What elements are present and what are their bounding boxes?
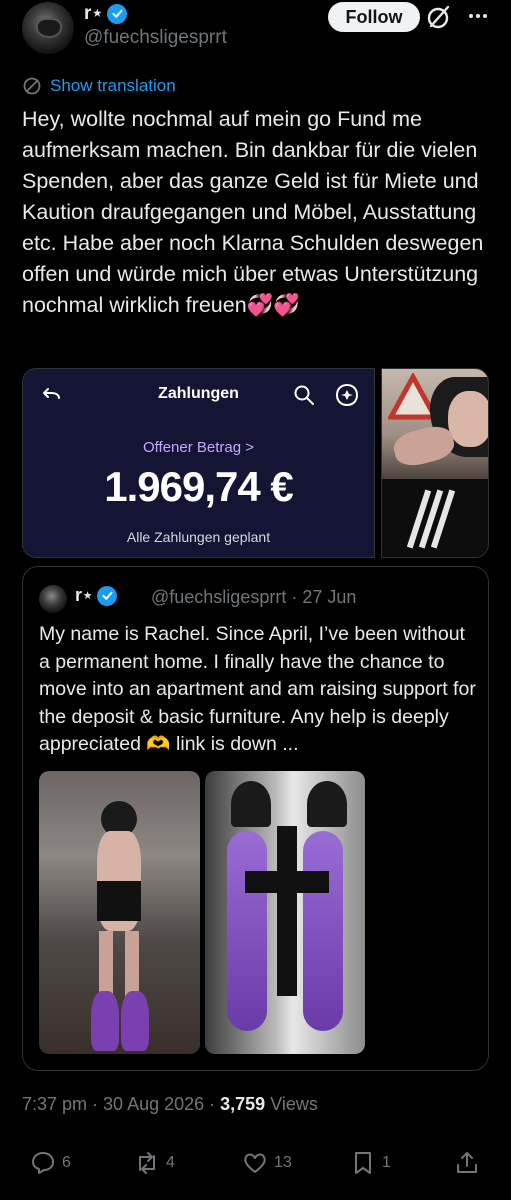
quoted-handle-date: @fuechsligesprrt · 27 Jun xyxy=(151,587,357,607)
verified-badge-icon xyxy=(97,585,118,606)
post-header: r⋆ @fuechsligesprrt Follow xyxy=(0,0,511,60)
quoted-post-text: My name is Rachel. Since April, I’ve bee… xyxy=(39,623,476,755)
time-date[interactable]: 7:37 pm · 30 Aug 2026 · xyxy=(22,1094,220,1114)
follow-button[interactable]: Follow xyxy=(328,2,420,32)
bookmark-count: 1 xyxy=(382,1154,391,1171)
globe-icon xyxy=(23,77,41,95)
like-icon xyxy=(244,1153,266,1173)
quoted-author-name-row: r⋆ xyxy=(75,585,118,606)
author-handle[interactable]: @fuechsligesprrt xyxy=(84,27,227,49)
show-translation-link[interactable]: Show translation xyxy=(22,76,176,96)
reply-icon xyxy=(32,1152,54,1174)
share-button[interactable] xyxy=(454,1150,480,1176)
payment-screenshot-image[interactable]: Zahlungen Offener Betrag > 1.969,74 € Al… xyxy=(22,368,375,558)
like-count: 13 xyxy=(274,1154,292,1171)
bookmark-button[interactable]: 1 xyxy=(350,1150,391,1176)
author-name-row[interactable]: r⋆ xyxy=(84,2,128,25)
views-label: Views xyxy=(265,1094,318,1114)
payments-status: Alle Zahlungen geplant xyxy=(126,529,271,545)
quoted-post[interactable]: r⋆ @fuechsligesprrt · 27 Jun My name is … xyxy=(22,566,489,1071)
payments-title: Zahlungen xyxy=(158,385,239,402)
author-avatar[interactable] xyxy=(22,2,74,54)
cross-graphic xyxy=(277,826,297,996)
grok-icon[interactable] xyxy=(426,4,452,30)
share-icon xyxy=(457,1152,477,1173)
verified-badge-icon xyxy=(107,3,128,24)
show-translation-label[interactable]: Show translation xyxy=(50,76,176,96)
post-text: Hey, wollte nochmal auf mein go Fund me … xyxy=(22,107,490,317)
author-display-name[interactable]: r⋆ xyxy=(84,2,103,25)
help-icon xyxy=(335,384,359,407)
bookmark-icon xyxy=(355,1152,371,1174)
repost-count: 4 xyxy=(166,1154,175,1171)
repost-button[interactable]: 4 xyxy=(134,1150,175,1176)
search-icon xyxy=(294,385,314,405)
app-bar: Zahlungen xyxy=(23,369,374,421)
reply-count: 6 xyxy=(62,1154,71,1171)
quoted-photo-mirror-selfie[interactable] xyxy=(39,771,200,1054)
reply-button[interactable]: 6 xyxy=(30,1150,71,1176)
post-timestamp[interactable]: 7:37 pm · 30 Aug 2026 · 3,759 Views xyxy=(22,1094,318,1115)
open-amount-label: Offener Betrag > xyxy=(142,439,255,456)
selfie-image[interactable] xyxy=(381,368,489,558)
quoted-author-avatar xyxy=(39,585,67,613)
open-amount-value: 1.969,74 € xyxy=(104,463,294,510)
quoted-photo-edit-cross[interactable] xyxy=(205,771,365,1054)
views-count: 3,759 xyxy=(220,1094,266,1114)
repost-icon xyxy=(139,1152,155,1174)
quoted-author-display-name: r⋆ xyxy=(75,585,94,605)
action-bar: 6 4 13 1 xyxy=(22,1150,489,1190)
like-button[interactable]: 13 xyxy=(242,1150,292,1176)
more-icon[interactable] xyxy=(466,4,490,28)
